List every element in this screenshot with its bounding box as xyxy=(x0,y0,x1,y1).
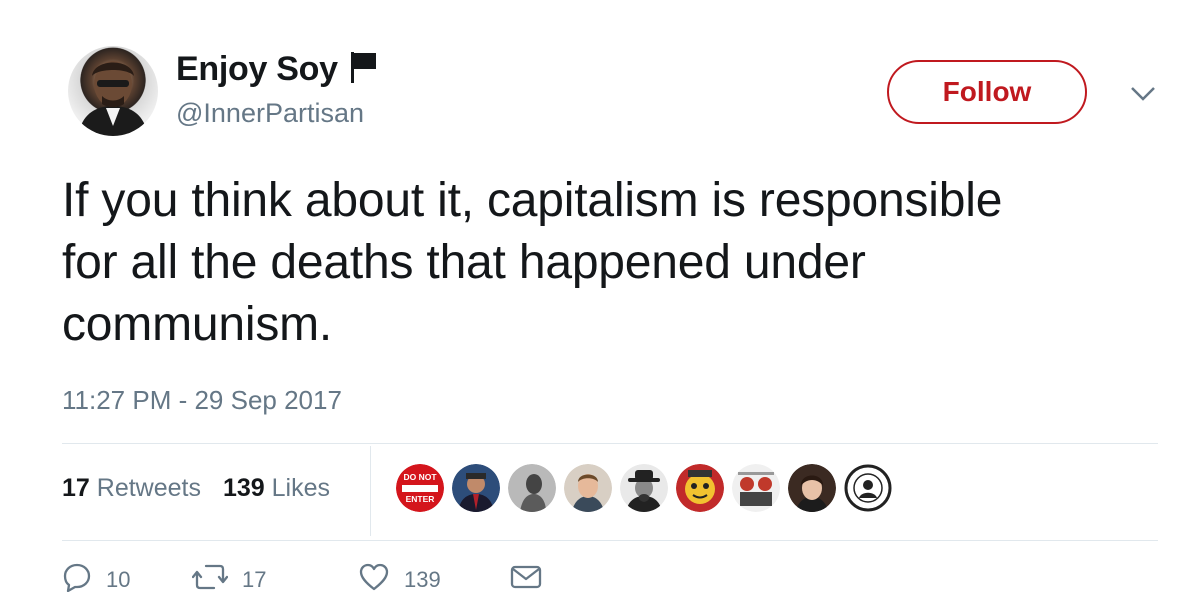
liker-avatar[interactable] xyxy=(788,464,836,512)
like-count: 139 xyxy=(404,567,441,592)
direct-message-button[interactable] xyxy=(510,564,542,596)
author-avatar[interactable] xyxy=(68,46,158,136)
divider xyxy=(62,443,1158,444)
liker-avatar[interactable] xyxy=(508,464,556,512)
tweet-text-line: communism. xyxy=(62,298,333,351)
group-avatar xyxy=(732,464,780,512)
heart-icon xyxy=(358,562,390,598)
like-button[interactable]: 139 xyxy=(358,562,510,598)
tweet-stats: 17 Retweets 139 Likes xyxy=(62,474,330,503)
retweet-button[interactable]: 17 xyxy=(191,563,358,597)
liker-avatar[interactable] xyxy=(564,464,612,512)
retweet-icon xyxy=(191,563,229,597)
liker-avatar[interactable]: DO NOT ENTER xyxy=(396,464,444,512)
cartoon-avatar xyxy=(676,464,724,512)
reply-count: 10 xyxy=(106,567,131,592)
person-avatar xyxy=(508,464,556,512)
chevron-down-icon[interactable] xyxy=(1130,86,1156,102)
retweets-label: Retweets xyxy=(96,474,201,502)
tweet-text-line: If you think about it, capitalism is res… xyxy=(62,174,1003,227)
liker-avatar[interactable] xyxy=(844,464,892,512)
reply-button[interactable]: 10 xyxy=(62,562,192,598)
tweet-actions: 10 17 139 xyxy=(62,562,542,598)
author-display-name[interactable]: Enjoy Soy xyxy=(176,50,338,89)
likes-stat[interactable]: 139 Likes xyxy=(223,474,330,503)
do-not-enter-avatar: DO NOT ENTER xyxy=(396,464,444,512)
person-avatar xyxy=(564,464,612,512)
author-handle[interactable]: @InnerPartisan xyxy=(176,98,364,129)
likes-label: Likes xyxy=(271,474,331,502)
follow-button[interactable]: Follow xyxy=(887,60,1087,124)
divider xyxy=(62,540,1158,541)
liker-avatar[interactable] xyxy=(676,464,724,512)
liker-text-top: DO NOT xyxy=(403,472,437,482)
tweet-text: If you think about it, capitalism is res… xyxy=(62,170,1172,356)
flag-icon xyxy=(348,50,378,89)
tweet-timestamp[interactable]: 11:27 PM - 29 Sep 2017 xyxy=(62,385,342,416)
reply-icon xyxy=(62,562,92,598)
liker-avatar[interactable] xyxy=(620,464,668,512)
liker-text-bottom: ENTER xyxy=(406,494,435,504)
retweet-count: 17 xyxy=(242,567,267,592)
author-name-row: Enjoy Soy xyxy=(176,50,378,89)
stats-separator xyxy=(370,446,371,536)
avatar-portrait xyxy=(78,61,148,136)
likes-count: 139 xyxy=(222,474,265,502)
tweet-text-line: for all the deaths that happened under xyxy=(62,236,866,289)
liker-avatars: DO NOT ENTER xyxy=(396,464,892,512)
circular-logo-avatar xyxy=(844,464,892,512)
liker-avatar[interactable] xyxy=(732,464,780,512)
cowboy-avatar xyxy=(620,464,668,512)
person-avatar xyxy=(452,464,500,512)
retweets-stat[interactable]: 17 Retweets xyxy=(62,474,201,503)
person-avatar xyxy=(788,464,836,512)
retweets-count: 17 xyxy=(62,474,90,502)
envelope-icon xyxy=(510,564,542,596)
liker-avatar[interactable] xyxy=(452,464,500,512)
